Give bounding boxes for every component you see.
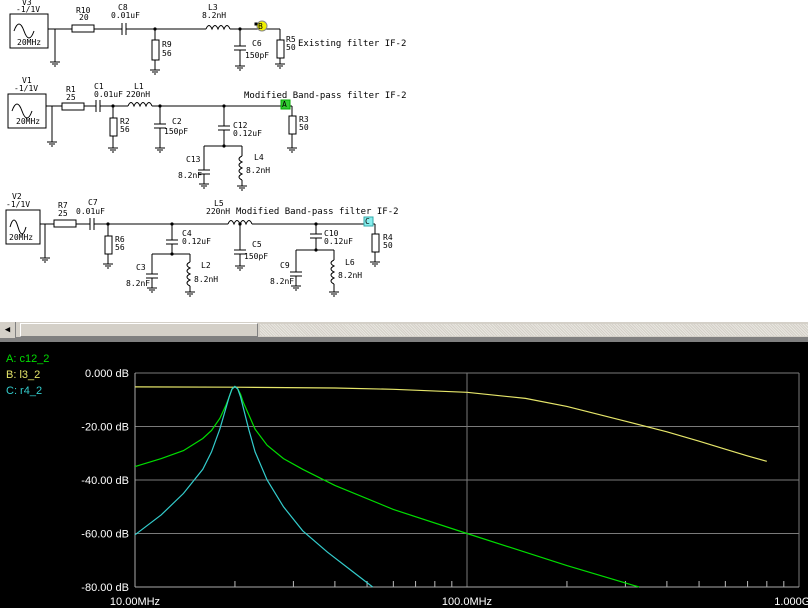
legend-entry: A: c12_2 [6, 353, 49, 365]
resistor-r4[interactable] [371, 233, 380, 253]
horizontal-scrollbar[interactable]: ◀ [0, 321, 808, 338]
capacitor-c10[interactable] [310, 233, 322, 239]
inductor-l4[interactable] [238, 155, 244, 181]
l4-value: 8.2nH [246, 166, 270, 175]
c1-value: 0.01uF [94, 90, 123, 99]
c9-value: 8.2nF [270, 277, 294, 286]
inductor-l6[interactable] [330, 259, 336, 285]
r9-value: 56 [162, 49, 172, 58]
r2-value: 56 [120, 125, 130, 134]
bode-plot: 0.000 dB -20.00 dB -40.00 dB -60.00 dB -80.0… [6, 353, 808, 608]
x-tick-label: 100.0MHz [442, 596, 492, 608]
capacitor-c6[interactable] [234, 45, 246, 51]
resistor-r9[interactable] [151, 39, 160, 61]
c6-value: 150pF [245, 51, 269, 60]
capacitor-c7[interactable] [89, 218, 95, 230]
l6-name: L6 [345, 258, 355, 267]
circuit1-title: Existing filter IF-2 [298, 39, 406, 49]
scrollbar-track[interactable] [260, 324, 808, 336]
v3-freq: 20MHz [17, 38, 41, 47]
r7-value: 25 [58, 209, 68, 218]
y-tick-label: -80.00 dB [81, 582, 129, 594]
c3-name: C3 [136, 263, 146, 272]
v1-freq: 20MHz [16, 117, 40, 126]
c2-name: C2 [172, 117, 182, 126]
capacitor-c8[interactable] [121, 23, 127, 35]
resistor-r5[interactable] [276, 39, 285, 59]
c8-value: 0.01uF [111, 11, 140, 20]
l3-value: 8.2nH [202, 11, 226, 20]
circuit3-title: Modified Band-pass filter IF-2 [236, 207, 399, 217]
c13-value: 8.2nF [178, 171, 202, 180]
series-line-1 [134, 386, 767, 462]
r4-value: 50 [383, 241, 393, 250]
scroll-left-arrow-icon[interactable]: ◀ [0, 322, 16, 338]
resistor-r1[interactable] [61, 102, 85, 111]
probe-b-label: B [258, 22, 263, 31]
schematic-canvas[interactable]: V3 -1/1V 20MHz R10 20 C8 0.01uF R9 56 L3… [0, 0, 808, 320]
probe-c-label: C [365, 217, 370, 226]
circuit-1 [9, 13, 285, 75]
capacitor-c12[interactable] [218, 125, 230, 131]
v3-value: -1/1V [16, 5, 40, 14]
l4-name: L4 [254, 153, 264, 162]
c10-value: 0.12uF [324, 237, 353, 246]
capacitor-c9[interactable] [290, 271, 302, 277]
c7-value: 0.01uF [76, 207, 105, 216]
capacitor-c4[interactable] [166, 239, 178, 245]
c5-value: 150pF [244, 252, 268, 261]
v2-freq: 20MHz [9, 233, 33, 242]
v2-value: -1/1V [6, 200, 30, 209]
capacitor-c3[interactable] [146, 273, 158, 279]
circuit2-title: Modified Band-pass filter IF-2 [244, 91, 407, 101]
inductor-l2[interactable] [186, 261, 192, 287]
v1-value: -1/1V [14, 84, 38, 93]
r5-value: 50 [286, 43, 296, 52]
c9-name: C9 [280, 261, 290, 270]
plot-legend: A: c12_2 B: l3_2 C: r4_2 [6, 353, 49, 397]
series-line-0 [134, 385, 640, 588]
r6-value: 56 [115, 243, 125, 252]
l6-value: 8.2nH [338, 271, 362, 280]
inductor-l1[interactable] [127, 102, 153, 108]
c5-name: C5 [252, 240, 262, 249]
scrollbar-thumb[interactable] [20, 323, 258, 337]
resistor-r10[interactable] [71, 24, 95, 33]
l5-value: 220nH [206, 207, 230, 216]
resistor-r3[interactable] [288, 115, 297, 135]
c6-name: C6 [252, 39, 262, 48]
resistor-r7[interactable] [53, 219, 77, 228]
capacitor-c1[interactable] [95, 100, 101, 112]
l1-value: 220nH [126, 90, 150, 99]
x-tick-label: 1.000GHz [774, 596, 808, 608]
inductor-l3[interactable] [205, 25, 231, 31]
y-tick-label: -40.00 dB [81, 475, 129, 487]
c7-name: C7 [88, 198, 98, 207]
y-tick-label: 0.000 dB [85, 368, 129, 380]
x-tick-label: 10.00MHz [110, 596, 160, 608]
c13-name: C13 [186, 155, 201, 164]
r3-value: 50 [299, 123, 309, 132]
probe-a-label: A [282, 100, 287, 109]
c4-value: 0.12uF [182, 237, 211, 246]
c2-value: 150pF [164, 127, 188, 136]
bode-plot-panel[interactable]: 0.000 dB -20.00 dB -40.00 dB -60.00 dB -80.0… [0, 338, 808, 608]
plot-grid [134, 372, 800, 588]
y-tick-label: -20.00 dB [81, 422, 129, 434]
c3-value: 8.2nF [126, 279, 150, 288]
circuit-2 [7, 93, 297, 191]
legend-entry: B: l3_2 [6, 369, 40, 381]
resistor-r2[interactable] [109, 117, 118, 137]
l2-name: L2 [201, 261, 211, 270]
c12-value: 0.12uF [233, 129, 262, 138]
r10-value: 20 [79, 13, 89, 22]
resistor-r6[interactable] [104, 235, 113, 255]
circuit-3 [5, 209, 380, 297]
y-tick-label: -60.00 dB [81, 529, 129, 541]
r1-value: 25 [66, 93, 76, 102]
legend-entry: C: r4_2 [6, 385, 42, 397]
r9-name: R9 [162, 40, 172, 49]
l2-value: 8.2nH [194, 275, 218, 284]
